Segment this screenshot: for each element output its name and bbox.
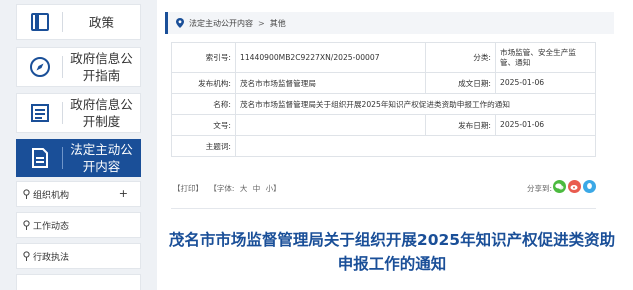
index-value: 11440900MB2C9227XN/2025-00007 bbox=[235, 42, 426, 73]
font-medium-button[interactable]: 中 bbox=[253, 184, 261, 193]
font-label: 【字体: bbox=[209, 184, 235, 193]
name-label: 名称: bbox=[171, 93, 236, 115]
nav-label: 政府信息公开制度 bbox=[70, 97, 133, 129]
nav-label: 政府信息公开指南 bbox=[70, 51, 133, 83]
pin-icon bbox=[23, 251, 30, 261]
subject-value bbox=[235, 135, 596, 157]
breadcrumb-item[interactable]: 其他 bbox=[270, 18, 286, 29]
created-date-value: 2025-01-06 bbox=[495, 72, 596, 94]
print-font-tools: 【打印】 【字体: 大 中 小】 bbox=[173, 183, 281, 194]
category-label: 分类: bbox=[425, 42, 496, 73]
article-title: 茂名市市场监督管理局关于组织开展2025年知识产权促进类资助申报工作的通知 bbox=[168, 231, 616, 273]
created-date-label: 成文日期: bbox=[425, 72, 496, 94]
pin-icon bbox=[23, 189, 30, 199]
nav-label: 政策 bbox=[88, 14, 114, 30]
subject-label: 主题词: bbox=[171, 135, 236, 157]
docno-label: 文号: bbox=[171, 114, 236, 136]
subnav-work-news[interactable]: 工作动态 bbox=[16, 212, 141, 238]
print-button[interactable]: 【打印】 bbox=[173, 184, 203, 193]
location-icon bbox=[176, 18, 184, 28]
subnav-label: 组织机构 bbox=[33, 190, 70, 201]
divider bbox=[171, 208, 596, 209]
sidebar: 政策 政府信息公开指南 政府信息公开制度 法定主动公开内容 组织机构 + 工作动… bbox=[0, 0, 157, 290]
nav-disclosure-system[interactable]: 政府信息公开制度 bbox=[16, 93, 141, 133]
nav-policy[interactable]: 政策 bbox=[16, 4, 141, 40]
issuer-label: 发布机构: bbox=[171, 72, 236, 94]
name-value: 茂名市市场监督管理局关于组织开展2025年知识产权促进类资助申报工作的通知 bbox=[235, 93, 596, 115]
compass-icon bbox=[17, 48, 62, 86]
document-meta-table: 索引号: 11440900MB2C9227XN/2025-00007 分类: 市… bbox=[171, 42, 596, 157]
font-small-button[interactable]: 小】 bbox=[266, 184, 281, 193]
subnav-label: 行政执法 bbox=[33, 252, 70, 263]
wechat-share-icon[interactable] bbox=[553, 180, 566, 193]
published-date-value: 2025-01-06 bbox=[495, 114, 596, 136]
subnav-organization[interactable]: 组织机构 + bbox=[16, 181, 141, 207]
nav-disclosure-guide[interactable]: 政府信息公开指南 bbox=[16, 47, 141, 87]
published-date-label: 发布日期: bbox=[425, 114, 496, 136]
share-label: 分享到: bbox=[526, 184, 552, 193]
breadcrumb: 法定主动公开内容 > 其他 bbox=[165, 12, 614, 34]
article-tools: 【打印】 【字体: 大 中 小】 分享到: bbox=[171, 180, 596, 198]
main-content: 法定主动公开内容 > 其他 索引号: 11440900MB2C9227XN/20… bbox=[157, 0, 633, 290]
breadcrumb-separator: > bbox=[258, 18, 265, 28]
expand-icon[interactable]: + bbox=[119, 187, 128, 200]
document-list-icon bbox=[17, 94, 62, 132]
document-icon bbox=[17, 140, 62, 176]
breadcrumb-item[interactable]: 法定主动公开内容 bbox=[189, 18, 253, 29]
qq-share-icon[interactable] bbox=[583, 180, 596, 193]
subnav-law-enforcement[interactable]: 行政执法 bbox=[16, 243, 141, 269]
nav-label: 法定主动公开内容 bbox=[70, 142, 133, 174]
pin-icon bbox=[23, 220, 30, 230]
docno-value bbox=[235, 114, 426, 136]
category-value: 市场监管、安全生产监管、通知 bbox=[495, 42, 596, 73]
nav-statutory-content[interactable]: 法定主动公开内容 bbox=[16, 139, 141, 177]
subnav-next[interactable] bbox=[16, 274, 141, 290]
font-large-button[interactable]: 大 bbox=[240, 184, 248, 193]
book-icon bbox=[17, 5, 62, 39]
index-label: 索引号: bbox=[171, 42, 236, 73]
issuer-value: 茂名市市场监督管理局 bbox=[235, 72, 426, 94]
subnav-label: 工作动态 bbox=[33, 221, 70, 232]
weibo-share-icon[interactable] bbox=[568, 180, 581, 193]
